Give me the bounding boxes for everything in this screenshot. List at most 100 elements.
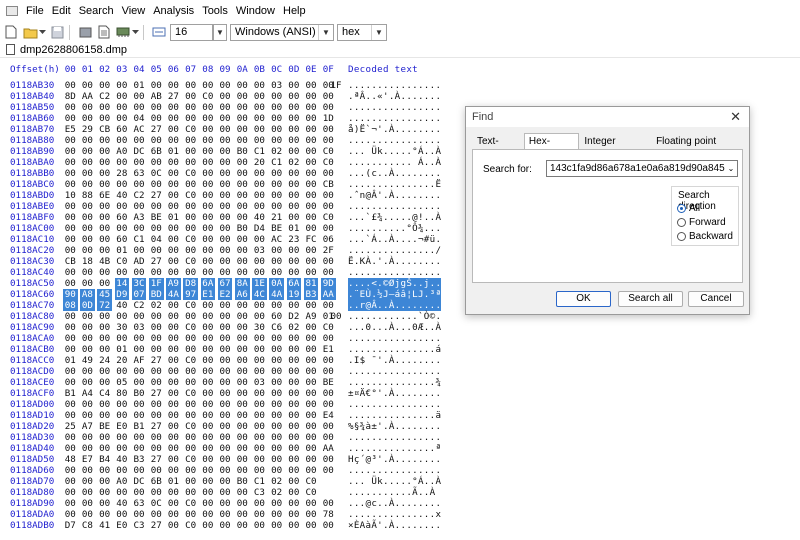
hex-byte[interactable]: 00: [235, 388, 250, 399]
hex-byte[interactable]: 00: [201, 190, 216, 201]
hex-byte[interactable]: 00: [201, 223, 216, 234]
hex-byte[interactable]: 00: [304, 223, 319, 234]
hex-byte[interactable]: 00: [304, 421, 319, 432]
hex-byte[interactable]: 00: [269, 498, 284, 509]
hex-byte[interactable]: 1E: [252, 278, 267, 289]
hex-byte[interactable]: C0: [201, 91, 216, 102]
hex-byte[interactable]: C0: [183, 256, 198, 267]
hex-byte[interactable]: 00: [63, 333, 78, 344]
decoded-text[interactable]: ................: [348, 267, 441, 278]
hex-byte[interactable]: 19: [286, 289, 302, 300]
menu-help[interactable]: Help: [279, 5, 310, 17]
hex-byte[interactable]: 01: [132, 80, 147, 91]
hex-byte[interactable]: 01: [166, 146, 181, 157]
hex-byte[interactable]: 00: [218, 168, 233, 179]
hex-byte[interactable]: 00: [321, 135, 336, 146]
hex-byte[interactable]: 00: [218, 245, 233, 256]
hex-byte[interactable]: 00: [201, 410, 216, 421]
hex-byte[interactable]: 00: [304, 399, 319, 410]
hex-byte[interactable]: 00: [63, 234, 78, 245]
hex-byte[interactable]: 00: [269, 179, 284, 190]
hex-byte[interactable]: 4B: [97, 256, 112, 267]
hex-byte[interactable]: 00: [269, 421, 284, 432]
hex-byte[interactable]: 00: [80, 366, 95, 377]
hex-byte[interactable]: E0: [115, 421, 130, 432]
hex-byte[interactable]: 00: [63, 267, 78, 278]
hex-byte[interactable]: 00: [201, 300, 216, 311]
hex-byte[interactable]: 00: [321, 124, 336, 135]
hex-byte[interactable]: 00: [235, 124, 250, 135]
hex-byte[interactable]: 00: [252, 355, 267, 366]
hex-byte[interactable]: D8: [183, 278, 198, 289]
hex-byte[interactable]: 00: [321, 465, 336, 476]
hex-byte[interactable]: AA: [80, 91, 95, 102]
hex-row[interactable]: 0118AC90 00 00 00 30 03 00 00 C0 00 00 00 30 C6 02 00 C0…: [0, 322, 800, 333]
hex-byte[interactable]: 78: [321, 509, 336, 520]
decoded-text[interactable]: .¨EÙ.½J—áâ¦LJ.³ª: [348, 289, 442, 300]
hex-byte[interactable]: 00: [183, 344, 198, 355]
hex-row[interactable]: 0118ACD0 00 00 00 00 00 00 00 00 00 00 00 00 00 00 00 00…: [0, 366, 800, 377]
hex-byte[interactable]: 00: [287, 388, 302, 399]
hex-byte[interactable]: 00: [166, 509, 181, 520]
hex-byte[interactable]: 00: [97, 102, 112, 113]
hex-byte[interactable]: 00: [97, 146, 112, 157]
hex-byte[interactable]: 00: [218, 498, 233, 509]
hex-byte[interactable]: 00: [287, 410, 302, 421]
hex-byte[interactable]: 00: [132, 157, 147, 168]
hex-byte[interactable]: 00: [97, 80, 112, 91]
hex-byte[interactable]: B4: [97, 454, 112, 465]
open-folder-icon[interactable]: [22, 24, 38, 40]
decoded-text[interactable]: .ˆn@Â'.À........: [348, 190, 441, 201]
document-icon[interactable]: [96, 24, 112, 40]
hex-byte[interactable]: 00: [304, 91, 319, 102]
hex-byte[interactable]: 00: [321, 454, 336, 465]
hex-byte[interactable]: 00: [97, 113, 112, 124]
hex-byte[interactable]: 00: [235, 91, 250, 102]
hex-byte[interactable]: 00: [287, 465, 302, 476]
hex-byte[interactable]: 27: [149, 256, 164, 267]
decoded-text[interactable]: ×ÈAàÃ'.À........: [348, 520, 441, 531]
hex-byte[interactable]: A0: [115, 476, 130, 487]
hex-byte[interactable]: 00: [252, 344, 267, 355]
hex-byte[interactable]: 00: [287, 212, 302, 223]
hex-byte[interactable]: 00: [287, 399, 302, 410]
hex-byte[interactable]: 00: [287, 168, 302, 179]
hex-byte[interactable]: 00: [201, 245, 216, 256]
hex-row[interactable]: 0118ACE0 00 00 00 05 00 00 00 00 00 00 00 03 00 00 00 BE…: [0, 377, 800, 388]
hex-byte[interactable]: 00: [201, 333, 216, 344]
hex-byte[interactable]: 00: [218, 102, 233, 113]
display-mode-select[interactable]: hex ▼: [337, 23, 387, 41]
hex-byte[interactable]: 1F: [330, 80, 341, 91]
hex-byte[interactable]: 00: [235, 454, 250, 465]
hex-byte[interactable]: 00: [166, 267, 181, 278]
hex-byte[interactable]: 00: [235, 113, 250, 124]
hex-byte[interactable]: 00: [252, 454, 267, 465]
hex-byte[interactable]: 00: [115, 179, 130, 190]
hex-byte[interactable]: B3: [132, 454, 147, 465]
hex-byte[interactable]: 25: [63, 421, 78, 432]
hex-row[interactable]: 0118AD20 25 A7 BE E0 B1 27 00 C0 00 00 00 00 00 00 00 00…: [0, 421, 800, 432]
hex-byte[interactable]: 00: [201, 377, 216, 388]
hex-byte[interactable]: 41: [97, 520, 112, 531]
hex-byte[interactable]: C3: [132, 520, 147, 531]
hex-byte[interactable]: 00: [80, 212, 95, 223]
hex-byte[interactable]: 28: [115, 168, 130, 179]
hex-byte[interactable]: 00: [97, 344, 112, 355]
hex-byte[interactable]: 00: [166, 311, 181, 322]
hex-byte[interactable]: D2: [287, 311, 302, 322]
hex-byte[interactable]: 00: [287, 113, 302, 124]
hex-byte[interactable]: 00: [80, 344, 95, 355]
hex-byte[interactable]: 00: [80, 157, 95, 168]
hex-byte[interactable]: 00: [115, 509, 130, 520]
hex-byte[interactable]: 0A: [269, 278, 284, 289]
hex-byte[interactable]: 00: [304, 157, 319, 168]
hex-byte[interactable]: FC: [304, 234, 319, 245]
hex-byte[interactable]: 04: [132, 113, 147, 124]
hex-byte[interactable]: 00: [218, 377, 233, 388]
hex-byte[interactable]: C0: [183, 498, 198, 509]
hex-byte[interactable]: 00: [287, 146, 302, 157]
hex-byte[interactable]: 00: [218, 388, 233, 399]
hex-byte[interactable]: 00: [201, 146, 216, 157]
hex-byte[interactable]: 00: [183, 201, 198, 212]
hex-byte[interactable]: 00: [201, 421, 216, 432]
